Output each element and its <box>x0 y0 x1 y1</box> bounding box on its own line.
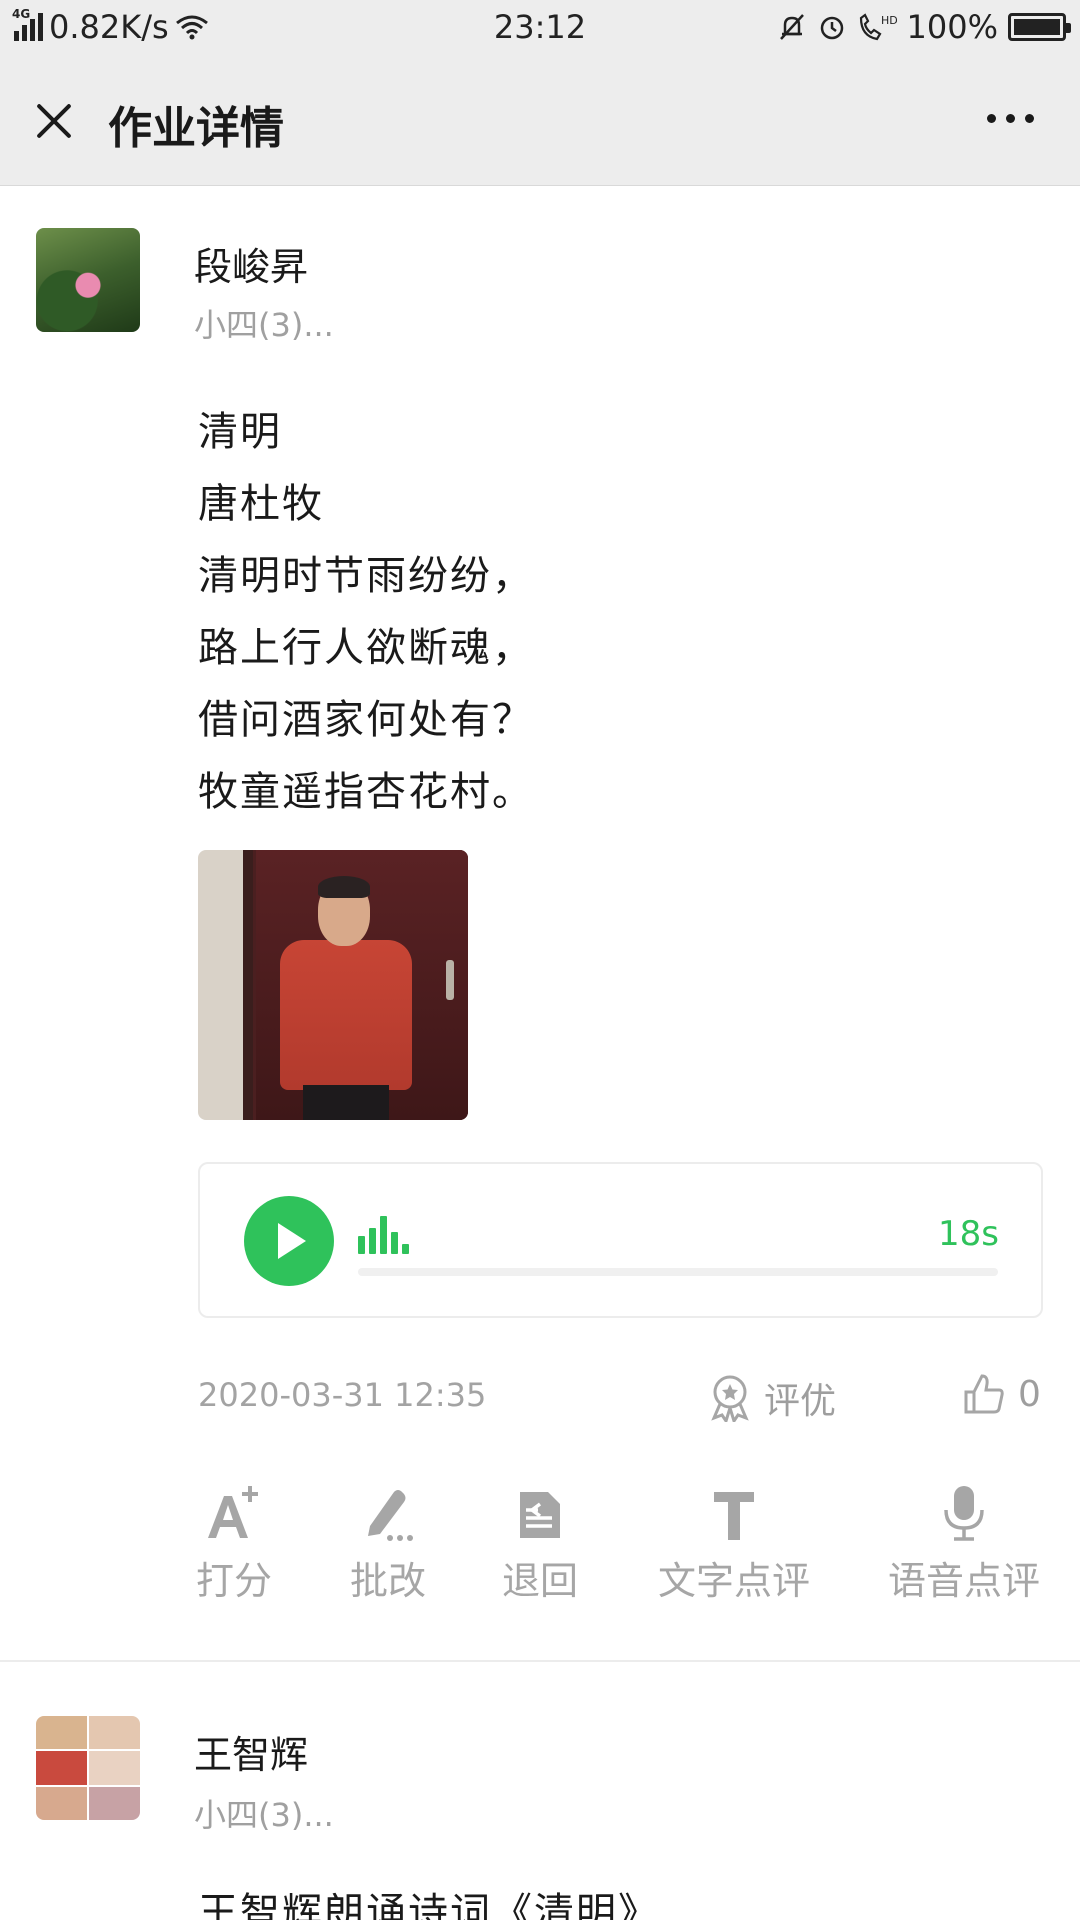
score-button[interactable]: 打分 <box>196 1484 272 1605</box>
photo-hair <box>318 876 370 898</box>
return-button[interactable]: 退回 <box>502 1484 578 1605</box>
action-label: 退回 <box>502 1559 579 1603</box>
action-label: 语音点评 <box>888 1559 1041 1603</box>
thumbs-up-icon <box>964 1374 1004 1414</box>
battery-icon <box>1008 13 1071 41</box>
audio-duration: 18s <box>938 1214 999 1254</box>
action-label: 文字点评 <box>658 1559 811 1603</box>
photo-pants <box>303 1085 389 1120</box>
post-photo[interactable] <box>198 850 468 1120</box>
correct-button[interactable]: 批改 <box>350 1484 426 1605</box>
audio-progress-bar[interactable] <box>358 1268 998 1276</box>
audio-player: 18s <box>198 1162 1043 1318</box>
content-line: 唐杜牧 <box>198 481 324 527</box>
microphone-icon <box>941 1484 987 1542</box>
play-icon[interactable] <box>244 1196 334 1286</box>
action-label: 批改 <box>350 1559 427 1603</box>
avatar[interactable] <box>36 1716 140 1820</box>
content-line: 牧童遥指杏花村。 <box>198 769 534 815</box>
text-comment-icon <box>710 1484 758 1542</box>
user-name[interactable]: 段峻昇 <box>194 236 308 291</box>
like-count: 0 <box>1018 1373 1041 1415</box>
status-right: HD 100% <box>777 8 1071 46</box>
content-line: 路上行人欲断魂， <box>198 625 534 671</box>
award-label: 评优 <box>764 1381 837 1422</box>
like-button[interactable]: 0 <box>962 1372 1041 1416</box>
content-line: 清明时节雨纷纷， <box>198 553 534 599</box>
content-line: 借问酒家何处有？ <box>198 697 534 743</box>
audio-wave-icon <box>358 1214 409 1254</box>
photo-door-handle <box>446 960 454 1000</box>
user-class: 小四(3)... <box>194 1796 334 1834</box>
close-icon[interactable] <box>28 94 80 146</box>
photo-jacket <box>280 940 412 1090</box>
more-options-icon[interactable] <box>987 114 1034 123</box>
user-name[interactable]: 王智辉 <box>194 1724 308 1779</box>
page-title: 作业详情 <box>108 103 284 154</box>
text-comment-button[interactable]: 文字点评 <box>658 1484 810 1605</box>
award-medal-icon <box>711 1375 749 1422</box>
mute-bell-icon <box>779 14 804 40</box>
status-bar: 4G 0.82K/s 23:12 HD 100% <box>0 0 1080 58</box>
post-content-preview: 王智辉朗诵诗词《清明》 <box>198 1890 660 1920</box>
post-timestamp: 2020-03-31 12:35 <box>198 1376 487 1414</box>
battery-percent: 100% <box>906 8 998 46</box>
hd-call-icon: HD <box>859 13 897 41</box>
teacher-action-bar: 打分 批改 退回 文字点评 语音点评 <box>0 1484 1080 1604</box>
alarm-icon <box>820 16 843 40</box>
avatar[interactable] <box>36 228 140 332</box>
user-class: 小四(3)... <box>194 306 334 344</box>
pen-icon <box>360 1484 416 1542</box>
award-button[interactable]: 评优 <box>708 1372 836 1424</box>
content-line: 清明 <box>198 409 282 455</box>
voice-comment-button[interactable]: 语音点评 <box>888 1484 1040 1605</box>
post-divider <box>0 1660 1080 1662</box>
svg-text:HD: HD <box>881 14 897 27</box>
post-content: 清明 唐杜牧 清明时节雨纷纷， 路上行人欲断魂， 借问酒家何处有？ 牧童遥指杏花… <box>198 396 534 828</box>
score-icon <box>204 1484 264 1542</box>
action-label: 打分 <box>196 1559 273 1603</box>
title-bar: 作业详情 <box>0 58 1080 186</box>
return-icon <box>516 1484 564 1542</box>
